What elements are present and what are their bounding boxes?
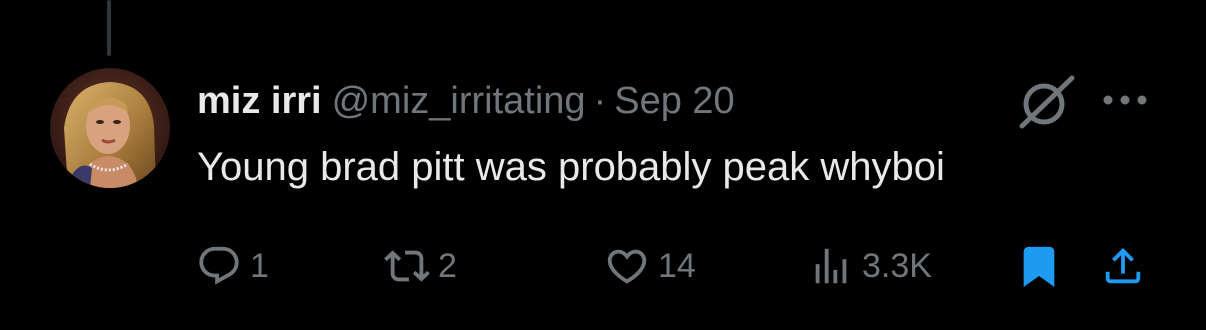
views-button[interactable]: 3.3K — [808, 236, 932, 296]
repost-count: 2 — [438, 246, 457, 285]
repost-button[interactable]: 2 — [384, 236, 457, 296]
heart-icon — [607, 249, 647, 284]
tweet-actions: 1 2 14 3.3K — [0, 236, 1206, 296]
display-name[interactable]: miz irri — [197, 80, 322, 123]
like-count: 14 — [658, 246, 696, 285]
avatar[interactable] — [50, 68, 170, 188]
views-chart-icon — [815, 248, 847, 284]
bookmark-icon — [1023, 246, 1055, 287]
more-icon[interactable] — [1100, 92, 1150, 108]
tweet-header: miz irri @miz_irritating · Sep 20 — [197, 78, 735, 124]
repost-icon — [384, 250, 430, 282]
thread-connector-line — [107, 0, 111, 56]
reply-button[interactable]: 1 — [196, 236, 269, 296]
grok-icon[interactable] — [1014, 74, 1078, 132]
share-button[interactable] — [1100, 236, 1146, 296]
tweet-text: Young brad pitt was probably peak whyboi — [197, 145, 945, 189]
views-count: 3.3K — [862, 246, 932, 285]
bookmark-button[interactable] — [1016, 236, 1062, 296]
separator-dot: · — [593, 79, 607, 122]
reply-count: 1 — [250, 246, 269, 285]
user-handle[interactable]: @miz_irritating — [332, 80, 586, 123]
like-button[interactable]: 14 — [604, 236, 696, 296]
timestamp[interactable]: Sep 20 — [614, 80, 734, 123]
reply-icon — [199, 246, 239, 285]
share-icon — [1105, 247, 1141, 284]
